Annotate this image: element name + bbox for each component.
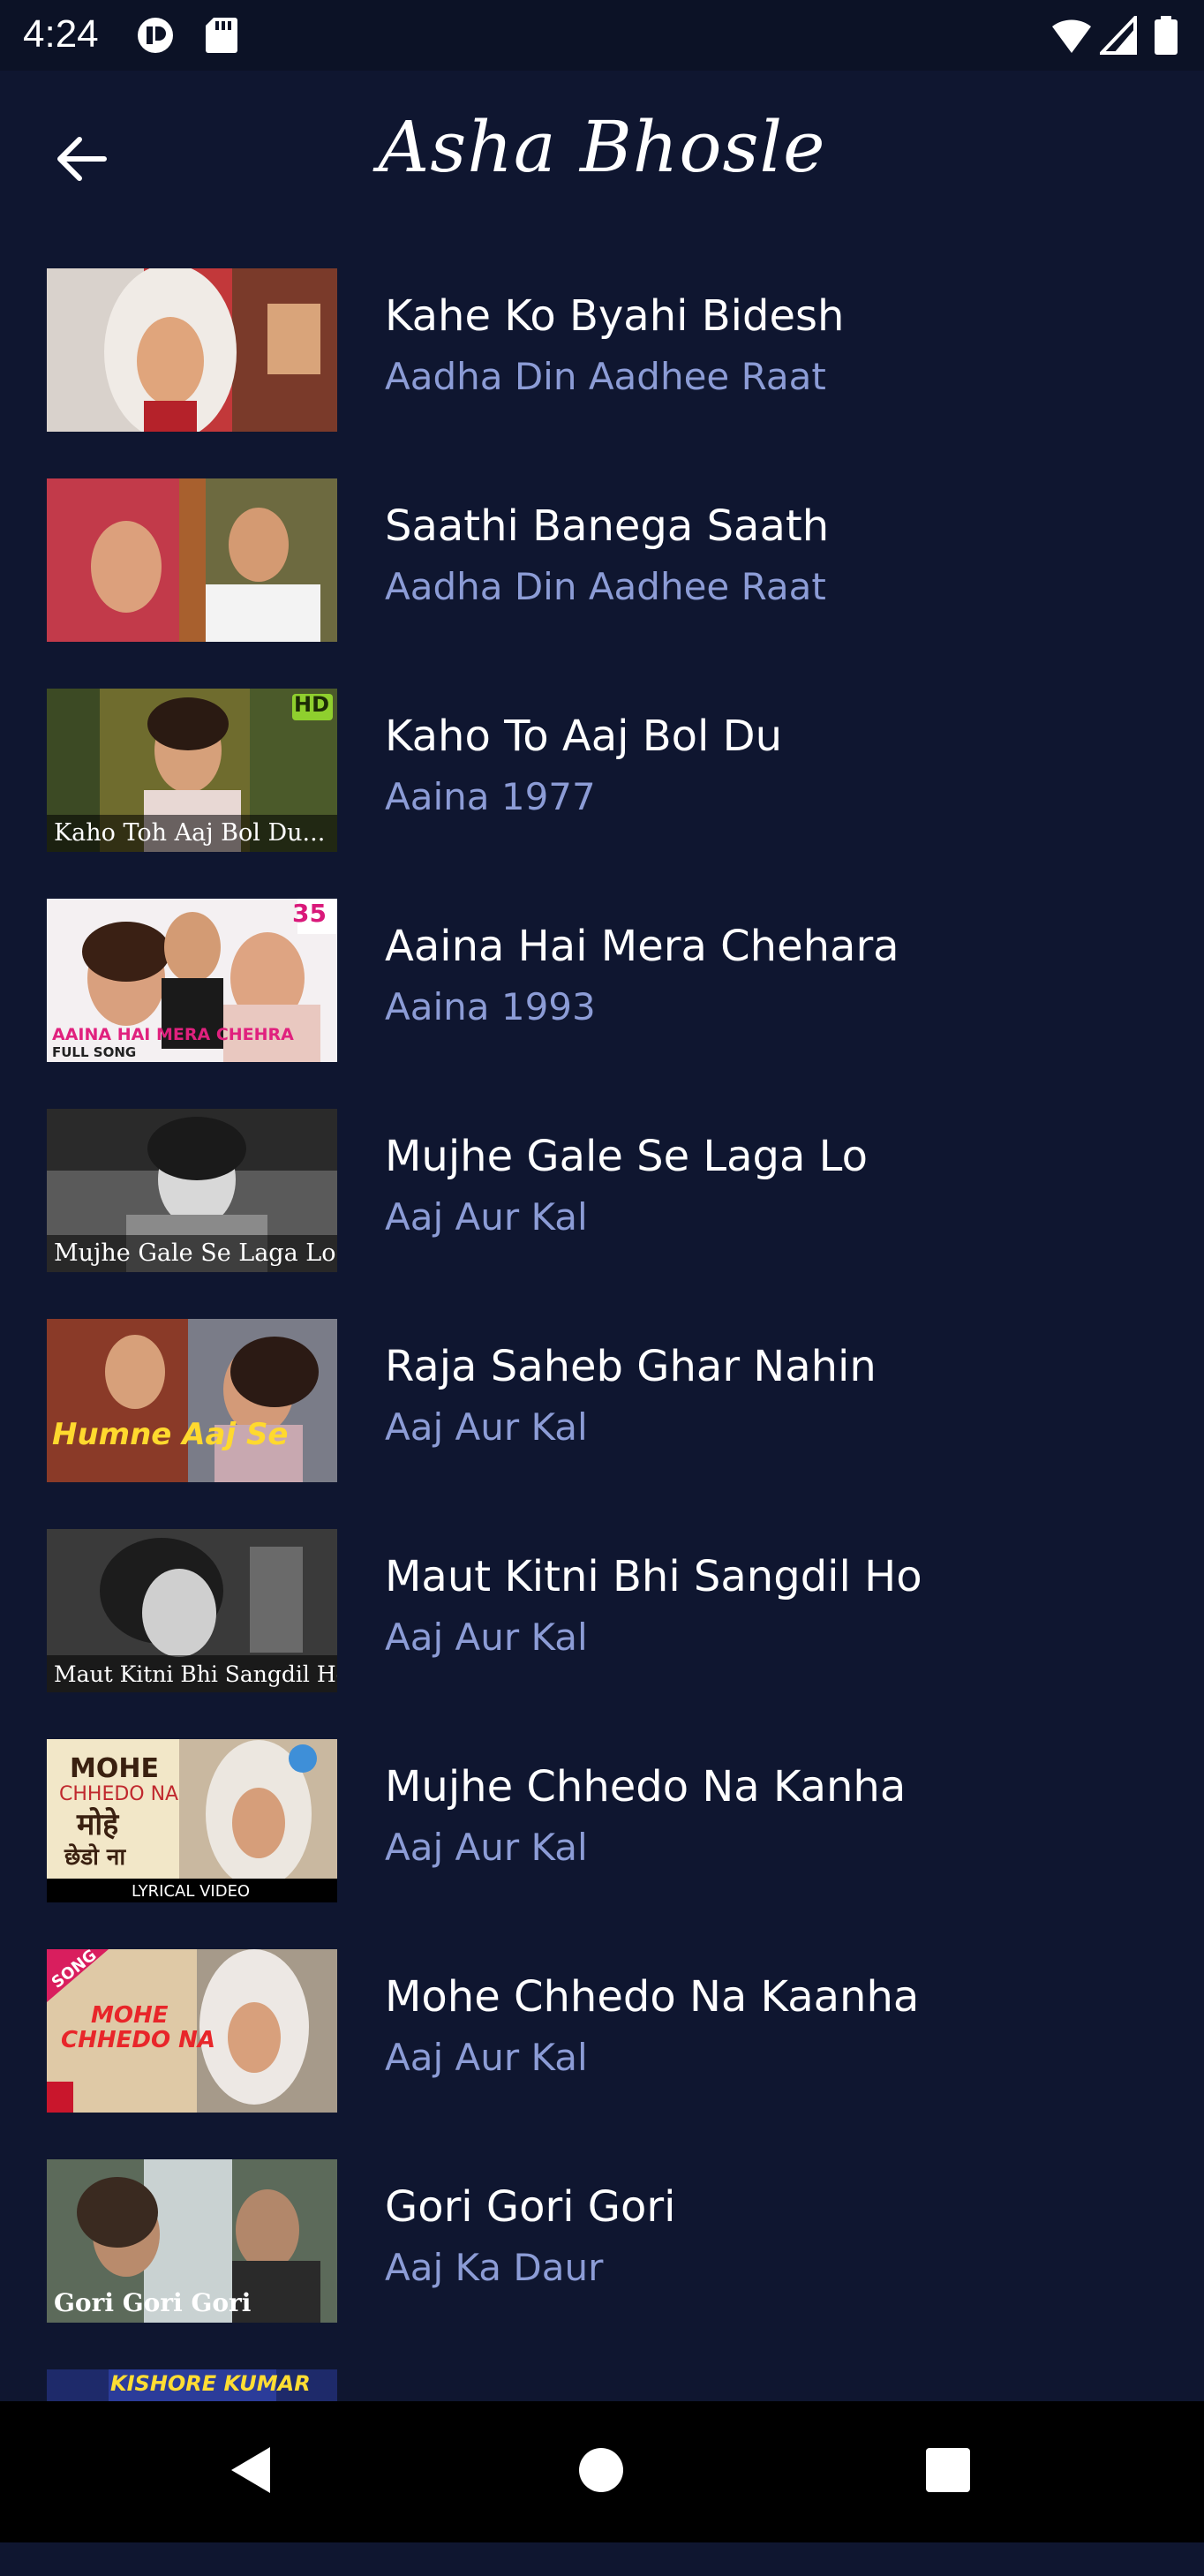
song-title: Kahe Ko Byahi Bidesh <box>385 291 845 341</box>
list-item[interactable]: Gori Gori Gori Gori Gori Gori Aaj Ka Dau… <box>0 2156 1204 2366</box>
wifi-icon <box>1050 16 1093 58</box>
song-thumbnail: KISHORE KUMAR <box>47 2369 337 2403</box>
thumb-caption: MOHE <box>70 1753 159 1784</box>
song-title: Kaho To Aaj Bol Du <box>385 712 782 761</box>
song-album: Aadha Din Aadhee Raat <box>385 355 826 398</box>
status-time: 4:24 <box>23 12 99 56</box>
song-thumbnail: SONG MOHE CHHEDO NA <box>47 1949 337 2113</box>
song-thumbnail: 35 AAINA HAI MERA CHEHRA FULL SONG <box>47 899 337 1062</box>
song-title: Aaina Hai Mera Chehara <box>385 922 899 971</box>
system-nav-bar <box>0 2401 1204 2542</box>
back-triangle-icon <box>226 2444 275 2500</box>
list-item[interactable]: Saathi Banega Saath Aadha Din Aadhee Raa… <box>0 475 1204 685</box>
song-thumbnail: Humne Aaj Se <box>47 1319 337 1482</box>
song-title: Mohe Chhedo Na Kaanha <box>385 1972 920 2022</box>
thumb-caption: Gori Gori Gori <box>54 2288 252 2317</box>
thumb-caption-secondary: CHHEDO NA <box>61 2027 215 2053</box>
page-title: Asha Bhosle <box>378 106 826 188</box>
thumb-caption: Kaho Toh Aaj Bol Du... <box>54 819 326 847</box>
song-thumbnail: Mujhe Gale Se Laga Lo... <box>47 1109 337 1272</box>
song-title: Gori Gori Gori <box>385 2182 676 2232</box>
list-item[interactable]: MOHE CHHEDO NA मोहे छेडो ना LYRICAL VIDE… <box>0 1736 1204 1946</box>
nav-recents-button[interactable] <box>913 2437 983 2507</box>
song-title: Saathi Banega Saath <box>385 501 830 551</box>
thumb-caption-hindi: मोहे <box>77 1807 119 1842</box>
song-album: Aaj Aur Kal <box>385 1405 588 1449</box>
thumb-caption: Humne Aaj Se <box>52 1417 289 1452</box>
song-thumbnail <box>47 478 337 642</box>
recents-square-icon <box>925 2447 971 2497</box>
list-item[interactable]: Mujhe Gale Se Laga Lo... Mujhe Gale Se L… <box>0 1105 1204 1315</box>
list-item[interactable]: SONG MOHE CHHEDO NA Mohe Chhedo Na Kaanh… <box>0 1946 1204 2156</box>
thumb-badge: 35 <box>292 899 327 928</box>
list-item[interactable]: Kahe Ko Byahi Bidesh Aadha Din Aadhee Ra… <box>0 265 1204 475</box>
thumb-caption-secondary: FULL SONG <box>52 1044 137 1060</box>
media-icon <box>134 16 177 58</box>
song-album: Aaina 1977 <box>385 775 596 818</box>
song-album: Aaj Aur Kal <box>385 1195 588 1239</box>
song-title: Raja Saheb Ghar Nahin <box>385 1342 877 1391</box>
song-album: Aaj Ka Daur <box>385 2246 604 2289</box>
song-thumbnail: Gori Gori Gori <box>47 2159 337 2323</box>
thumb-caption: AAINA HAI MERA CHEHRA <box>52 1025 294 1044</box>
song-thumbnail: HD Kaho Toh Aaj Bol Du... <box>47 689 337 852</box>
nav-back-button[interactable] <box>215 2437 286 2507</box>
thumb-caption: KISHORE KUMAR <box>110 2371 311 2396</box>
song-thumbnail: Maut Kitni Bhi Sangdil Ho... <box>47 1529 337 1692</box>
thumb-caption-label: LYRICAL VIDEO <box>132 1882 251 1901</box>
song-title: Maut Kitni Bhi Sangdil Ho <box>385 1552 922 1601</box>
song-thumbnail: MOHE CHHEDO NA मोहे छेडो ना LYRICAL VIDE… <box>47 1739 337 1902</box>
thumb-caption-hindi-secondary: छेडो ना <box>64 1844 126 1871</box>
battery-icon <box>1153 16 1179 58</box>
sd-card-icon <box>203 16 238 58</box>
list-item[interactable]: 35 AAINA HAI MERA CHEHRA FULL SONG Aaina… <box>0 895 1204 1105</box>
list-item[interactable]: Humne Aaj Se Raja Saheb Ghar Nahin Aaj A… <box>0 1315 1204 1525</box>
status-bar: 4:24 <box>0 0 1204 71</box>
home-circle-icon <box>577 2446 625 2497</box>
signal-icon <box>1097 12 1137 58</box>
list-item[interactable]: HD Kaho Toh Aaj Bol Du... Kaho To Aaj Bo… <box>0 685 1204 895</box>
song-album: Aadha Din Aadhee Raat <box>385 565 826 608</box>
song-album: Aaj Aur Kal <box>385 2036 588 2079</box>
thumb-badge: HD <box>293 692 329 717</box>
song-album: Aaina 1993 <box>385 985 596 1028</box>
list-item[interactable]: Maut Kitni Bhi Sangdil Ho... Maut Kitni … <box>0 1525 1204 1736</box>
song-album: Aaj Aur Kal <box>385 1616 588 1659</box>
app-bar: Asha Bhosle <box>0 71 1204 238</box>
thumb-caption: MOHE <box>91 2002 169 2029</box>
song-title: Mujhe Chhedo Na Kanha <box>385 1762 907 1811</box>
song-title: Mujhe Gale Se Laga Lo <box>385 1132 868 1181</box>
song-album: Aaj Aur Kal <box>385 1826 588 1869</box>
thumb-caption: Maut Kitni Bhi Sangdil Ho... <box>54 1661 337 1687</box>
song-thumbnail <box>47 268 337 432</box>
nav-home-button[interactable] <box>566 2437 636 2507</box>
thumb-caption: Mujhe Gale Se Laga Lo... <box>54 1239 337 1267</box>
